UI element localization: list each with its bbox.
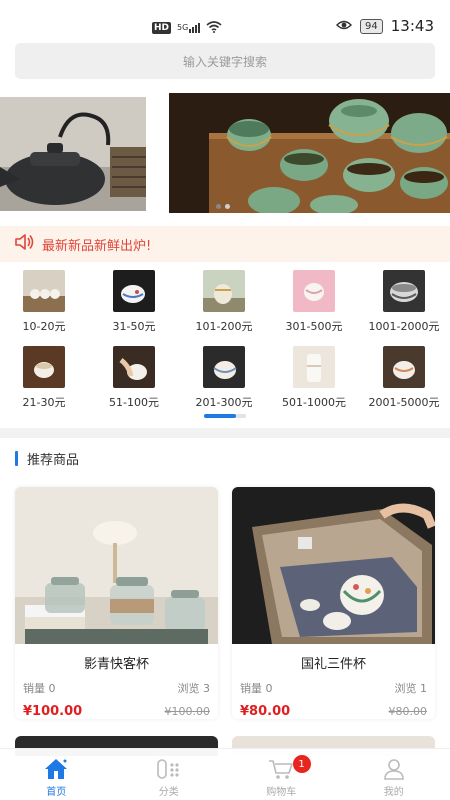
cart-icon (268, 757, 294, 781)
recommended-section-title: 推荐商品 (15, 450, 80, 468)
product-name: 影青快客杯 (83, 657, 149, 672)
category-icon (156, 757, 182, 781)
price-range-item[interactable]: 201-300元 (184, 346, 264, 410)
product-prices: ¥80.00 ¥80.00 (232, 704, 435, 719)
price-range-item[interactable]: 31-50元 (94, 270, 174, 334)
section-accent-bar (15, 450, 18, 466)
network-gen-label: 5G (177, 22, 189, 32)
price-range-item[interactable]: 2001-5000元 (364, 346, 444, 410)
price-range-item[interactable]: 301-500元 (274, 270, 354, 334)
product-views: 浏览 3 (177, 682, 211, 695)
status-bar: HD 5G 94 13:43 (0, 0, 450, 40)
price-range-label: 51-100元 (109, 396, 159, 409)
tab-cart[interactable]: 1 购物车 (225, 749, 338, 800)
tab-label: 购物车 (266, 787, 297, 798)
price-range-label: 2001-5000元 (368, 396, 440, 409)
price-range-label: 1001-2000元 (368, 320, 440, 333)
product-sales: 销量 0 (240, 682, 273, 695)
price-range-label: 301-500元 (285, 320, 343, 333)
price-range-thumb (293, 346, 335, 388)
search-input[interactable]: 输入关键字搜索 (15, 43, 435, 79)
product-card[interactable]: 国礼三件杯 销量 0 浏览 1 ¥80.00 ¥80.00 (232, 487, 435, 719)
product-sales: 销量 0 (23, 682, 56, 695)
hd-badge: HD (152, 21, 172, 34)
clock: 13:43 (390, 17, 434, 35)
price-range-thumb (113, 270, 155, 312)
search-placeholder: 输入关键字搜索 (182, 54, 267, 69)
price-range-thumb (383, 270, 425, 312)
product-views: 浏览 1 (394, 682, 428, 695)
price-range-item[interactable]: 10-20元 (4, 270, 84, 334)
price-range-item[interactable]: 101-200元 (184, 270, 264, 334)
user-icon (382, 757, 406, 781)
product-meta: 销量 0 浏览 3 (15, 680, 218, 696)
tab-home[interactable]: 首页 (0, 749, 113, 800)
tab-category[interactable]: 分类 (113, 749, 226, 800)
status-right: 94 13:43 (336, 17, 434, 35)
product-prices: ¥100.00 ¥100.00 (15, 704, 218, 719)
price-range-label: 10-20元 (22, 320, 66, 333)
eye-icon (336, 17, 353, 35)
banner-dot[interactable] (216, 204, 221, 209)
banner-carousel[interactable] (0, 93, 450, 213)
price-range-thumb (23, 270, 65, 312)
price-range-thumb (293, 270, 335, 312)
price-range-item[interactable]: 501-1000元 (274, 346, 354, 410)
product-name: 国礼三件杯 (300, 657, 366, 672)
price-range-label: 101-200元 (195, 320, 253, 333)
banner-pagination (216, 204, 230, 209)
price-range-label: 201-300元 (195, 396, 253, 409)
banner-image-teapot[interactable] (0, 97, 146, 211)
price-range-label: 501-1000元 (282, 396, 346, 409)
price-grid-scroll-indicator (204, 414, 246, 418)
price-range-label: 31-50元 (112, 320, 156, 333)
cart-badge: 1 (292, 755, 311, 773)
notice-bar[interactable]: 最新新品新鲜出炉! (0, 226, 450, 262)
price-range-thumb (23, 346, 65, 388)
price-range-thumb (203, 346, 245, 388)
product-price: ¥100.00 (23, 704, 83, 719)
speaker-icon (14, 233, 34, 255)
network-indicators: HD 5G (152, 18, 222, 37)
product-original-price: ¥100.00 (164, 705, 211, 718)
price-range-thumb (383, 346, 425, 388)
tab-label: 我的 (383, 787, 404, 798)
price-range-item[interactable]: 1001-2000元 (364, 270, 444, 334)
product-card[interactable]: 影青快客杯 销量 0 浏览 3 ¥100.00 ¥100.00 (15, 487, 218, 719)
product-price: ¥80.00 (240, 704, 291, 719)
banner-image-celadon-tea-set[interactable] (169, 93, 450, 213)
home-icon (44, 757, 68, 781)
price-range-label: 21-30元 (22, 396, 66, 409)
tab-label: 首页 (46, 787, 67, 798)
section-divider (0, 428, 450, 438)
product-image[interactable] (232, 487, 435, 644)
price-range-item[interactable]: 21-30元 (4, 346, 84, 410)
battery-indicator: 94 (360, 18, 383, 34)
product-original-price: ¥80.00 (388, 705, 428, 718)
price-range-thumb (113, 346, 155, 388)
wifi-icon (206, 18, 222, 37)
price-range-item[interactable]: 51-100元 (94, 346, 174, 410)
section-title-text: 推荐商品 (27, 452, 80, 468)
product-meta: 销量 0 浏览 1 (232, 680, 435, 696)
tab-label: 分类 (158, 787, 179, 798)
price-range-thumb (203, 270, 245, 312)
bottom-tab-bar: 首页 分类 1 购物车 我的 (0, 748, 450, 800)
notice-text: 最新新品新鲜出炉! (42, 238, 152, 254)
product-image[interactable] (15, 487, 218, 644)
signal-icon: 5G (177, 22, 201, 33)
tab-profile[interactable]: 我的 (338, 749, 450, 800)
banner-dot[interactable] (225, 204, 230, 209)
